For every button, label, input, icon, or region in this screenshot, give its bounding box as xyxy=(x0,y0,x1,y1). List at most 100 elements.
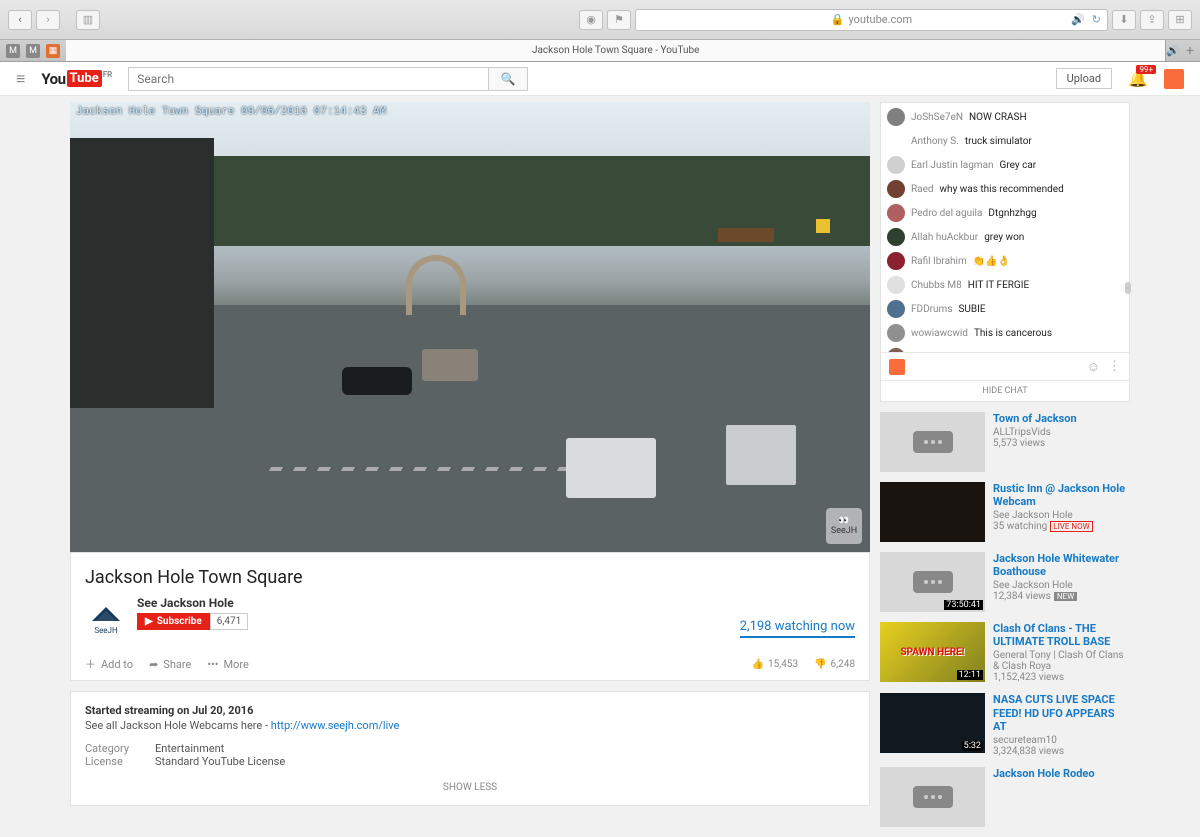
new-badge: NEW xyxy=(1054,592,1077,601)
video-player[interactable]: Jackson Hole Town Square 09/06/2016 07:1… xyxy=(70,102,870,552)
related-video-item[interactable]: Rustic Inn @ Jackson Hole WebcamSee Jack… xyxy=(880,482,1130,542)
related-views: 12,384 viewsNEW xyxy=(993,591,1130,602)
related-thumbnail[interactable] xyxy=(880,412,985,472)
guide-menu-icon[interactable]: ≡ xyxy=(16,69,25,89)
related-thumbnail[interactable]: SPAWN HERE!12:11 xyxy=(880,622,985,682)
chat-message: Anthony S.truck simulator xyxy=(887,129,1123,153)
related-video-item[interactable]: 5:32NASA CUTS LIVE SPACE FEED! HD UFO AP… xyxy=(880,693,1130,757)
hide-chat-button[interactable]: HIDE CHAT xyxy=(881,380,1129,401)
thumbs-down-icon[interactable]: 👎 xyxy=(814,659,826,670)
search-input[interactable] xyxy=(128,67,488,91)
chat-username[interactable]: Earl Justin lagman xyxy=(911,160,994,171)
audio-indicator-icon[interactable]: 🔊 xyxy=(1071,13,1085,26)
chat-user-avatar[interactable] xyxy=(887,108,905,126)
pinned-tab-icon[interactable]: M xyxy=(6,44,20,58)
related-video-item[interactable]: Jackson Hole Rodeo xyxy=(880,767,1130,827)
tab-title: Jackson Hole Town Square - YouTube xyxy=(532,45,699,56)
chat-user-avatar[interactable] xyxy=(887,324,905,342)
chat-username[interactable]: wowiawcwid xyxy=(911,328,968,339)
related-title: Rustic Inn @ Jackson Hole Webcam xyxy=(993,482,1130,508)
browser-toolbar: ‹ › ▥ ◉ ⚑ 🔒 youtube.com 🔊 ↻ ⬇ ⇪ ⊞ xyxy=(0,0,1200,40)
related-thumbnail[interactable] xyxy=(880,767,985,827)
chat-username[interactable]: Pedro del aguila xyxy=(911,208,982,219)
logo-locale: FR xyxy=(103,70,113,79)
youtube-logo[interactable]: You Tube FR xyxy=(41,70,112,88)
chat-username[interactable]: Allah huAckbur xyxy=(911,232,978,243)
chat-username[interactable]: Chubbs M8 xyxy=(911,280,962,291)
chat-username[interactable]: FDDrums xyxy=(911,304,952,315)
scrollbar-thumb[interactable] xyxy=(1125,282,1131,294)
chat-user-avatar[interactable] xyxy=(887,228,905,246)
search-button[interactable]: 🔍 xyxy=(488,67,528,91)
play-icon: ▶ xyxy=(145,616,153,627)
download-icon[interactable]: ⬇ xyxy=(1112,10,1136,30)
reload-icon[interactable]: ↻ xyxy=(1092,13,1101,26)
related-video-item[interactable]: SPAWN HERE!12:11Clash Of Clans - THE ULT… xyxy=(880,622,1130,683)
reader-icon[interactable]: ⚑ xyxy=(607,10,631,30)
chat-self-avatar xyxy=(889,359,905,375)
emoji-picker-icon[interactable]: ☺ xyxy=(1087,359,1100,375)
chat-message: Raedwhy was this recommended xyxy=(887,177,1123,201)
like-count: 15,453 xyxy=(768,659,798,670)
tabs-overview-icon[interactable]: ⊞ xyxy=(1168,10,1192,30)
tab-audio-icon[interactable]: 🔊 xyxy=(1166,44,1180,57)
notifications-button[interactable]: 🔔 99+ xyxy=(1128,69,1148,88)
channel-avatar[interactable]: SeeJH xyxy=(85,596,127,638)
chat-username[interactable]: Rafil Ibrahim xyxy=(911,256,967,267)
chat-user-avatar[interactable] xyxy=(887,180,905,198)
chat-user-avatar[interactable] xyxy=(887,252,905,270)
chat-message: wowiawcwidThis is cancerous xyxy=(887,321,1123,345)
chat-text: NOW CRASH xyxy=(969,112,1027,123)
share-button[interactable]: ➦ Share xyxy=(149,658,191,671)
lock-icon: 🔒 xyxy=(831,13,845,26)
category-value[interactable]: Entertainment xyxy=(155,742,224,755)
related-video-item[interactable]: 73:50:41Jackson Hole Whitewater Boathous… xyxy=(880,552,1130,612)
new-tab-button[interactable]: + xyxy=(1186,43,1194,59)
related-thumbnail[interactable] xyxy=(880,482,985,542)
active-tab[interactable]: Jackson Hole Town Square - YouTube xyxy=(66,40,1166,61)
chat-user-avatar[interactable] xyxy=(887,204,905,222)
video-watermark: 👀 SeeJH xyxy=(826,508,862,544)
chat-username[interactable]: Raed xyxy=(911,184,934,195)
description-link[interactable]: http://www.seejh.com/live xyxy=(271,719,400,732)
upload-button[interactable]: Upload xyxy=(1056,68,1112,89)
related-title: NASA CUTS LIVE SPACE FEED! HD UFO APPEAR… xyxy=(993,693,1130,733)
account-avatar[interactable] xyxy=(1164,69,1184,89)
add-to-button[interactable]: ＋ Add to xyxy=(85,656,133,672)
show-less-button[interactable]: SHOW LESS xyxy=(85,782,855,793)
pinned-tab-icon[interactable]: ▦ xyxy=(46,44,60,58)
share-icon[interactable]: ⇪ xyxy=(1140,10,1164,30)
chat-user-avatar[interactable] xyxy=(887,156,905,174)
related-title: Town of Jackson xyxy=(993,412,1130,425)
chat-username[interactable]: JoShSe7eN xyxy=(911,112,963,123)
chat-more-icon[interactable]: ⋮ xyxy=(1108,359,1121,374)
category-label: Category xyxy=(85,742,155,755)
nav-back-button[interactable]: ‹ xyxy=(8,10,32,30)
related-thumbnail[interactable]: 5:32 xyxy=(880,693,985,753)
chat-message: FDDrumsSUBIE xyxy=(887,297,1123,321)
nav-forward-button[interactable]: › xyxy=(36,10,60,30)
chat-message: Chubbs M8HIT IT FERGIE xyxy=(887,273,1123,297)
chat-user-avatar[interactable] xyxy=(887,300,905,318)
subscribe-button[interactable]: ▶ Subscribe xyxy=(137,613,210,630)
url-bar[interactable]: 🔒 youtube.com 🔊 ↻ xyxy=(635,9,1108,31)
thumbs-up-icon[interactable]: 👍 xyxy=(752,659,764,670)
logo-tube: Tube xyxy=(67,70,102,87)
related-thumbnail[interactable]: 73:50:41 xyxy=(880,552,985,612)
related-views: 3,324,838 views xyxy=(993,746,1130,757)
more-button[interactable]: ••• More xyxy=(207,658,248,671)
chat-message: JoShSe7eN NOW CRASH xyxy=(887,105,1123,129)
adblock-icon[interactable]: ◉ xyxy=(579,10,603,30)
sidebar-toggle-button[interactable]: ▥ xyxy=(76,10,100,30)
chat-message-list[interactable]: JoShSe7eN NOW CRASH Anthony S.truck simula… xyxy=(881,103,1129,352)
chat-user-avatar[interactable] xyxy=(887,276,905,294)
pinned-tab-icon[interactable]: M xyxy=(26,44,40,58)
channel-name[interactable]: See Jackson Hole xyxy=(137,596,248,610)
chat-text: Dtgnhzhgg xyxy=(988,208,1036,219)
related-video-item[interactable]: Town of JacksonALLTripsVids5,573 views xyxy=(880,412,1130,472)
chat-username[interactable]: Anthony S. xyxy=(911,136,959,147)
side-column: JoShSe7eN NOW CRASH Anthony S.truck simula… xyxy=(880,102,1130,837)
chat-input-row: ☺ ⋮ xyxy=(881,352,1129,380)
chat-user-avatar[interactable] xyxy=(887,132,905,150)
related-title: Jackson Hole Rodeo xyxy=(993,767,1130,780)
